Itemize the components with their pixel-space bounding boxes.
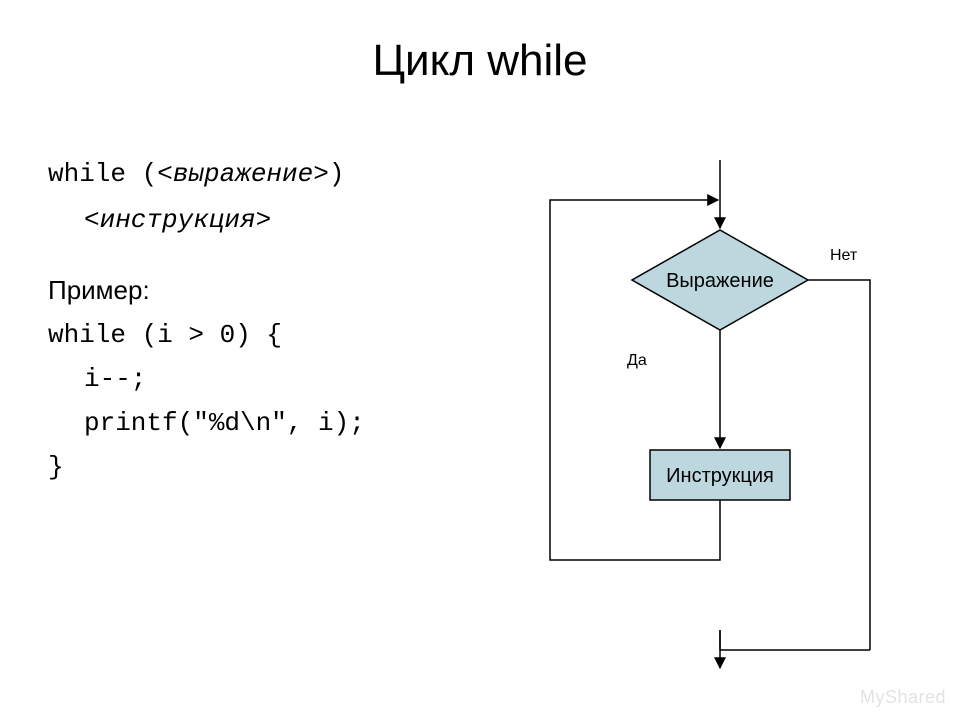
example-heading: Пример: <box>48 268 365 312</box>
example-line-2: i--; <box>48 357 365 401</box>
syntax-line-2: <инструкция> <box>48 196 365 242</box>
spacer <box>48 242 365 268</box>
watermark: MyShared <box>860 687 946 708</box>
syntax-instruction-placeholder: <инструкция> <box>84 205 271 235</box>
code-area: while (<выражение>) <инструкция> Пример:… <box>48 150 365 489</box>
flowchart: Выражение Нет Да Инструкция <box>520 160 940 670</box>
edge-no <box>808 280 870 650</box>
syntax-while-close: ) <box>329 159 345 189</box>
decision-label: Выражение <box>666 270 774 292</box>
example-line-3: printf("%d\n", i); <box>48 401 365 445</box>
syntax-expression-placeholder: <выражение> <box>157 159 329 189</box>
instruction-label: Инструкция <box>666 465 774 487</box>
example-line-1: while (i > 0) { <box>48 313 365 357</box>
syntax-while-open: while ( <box>48 159 157 189</box>
example-line-4: } <box>48 445 365 489</box>
label-no: Нет <box>830 247 858 264</box>
page-title: Цикл while <box>0 36 960 86</box>
syntax-line-1: while (<выражение>) <box>48 150 365 196</box>
label-yes: Да <box>627 352 647 369</box>
